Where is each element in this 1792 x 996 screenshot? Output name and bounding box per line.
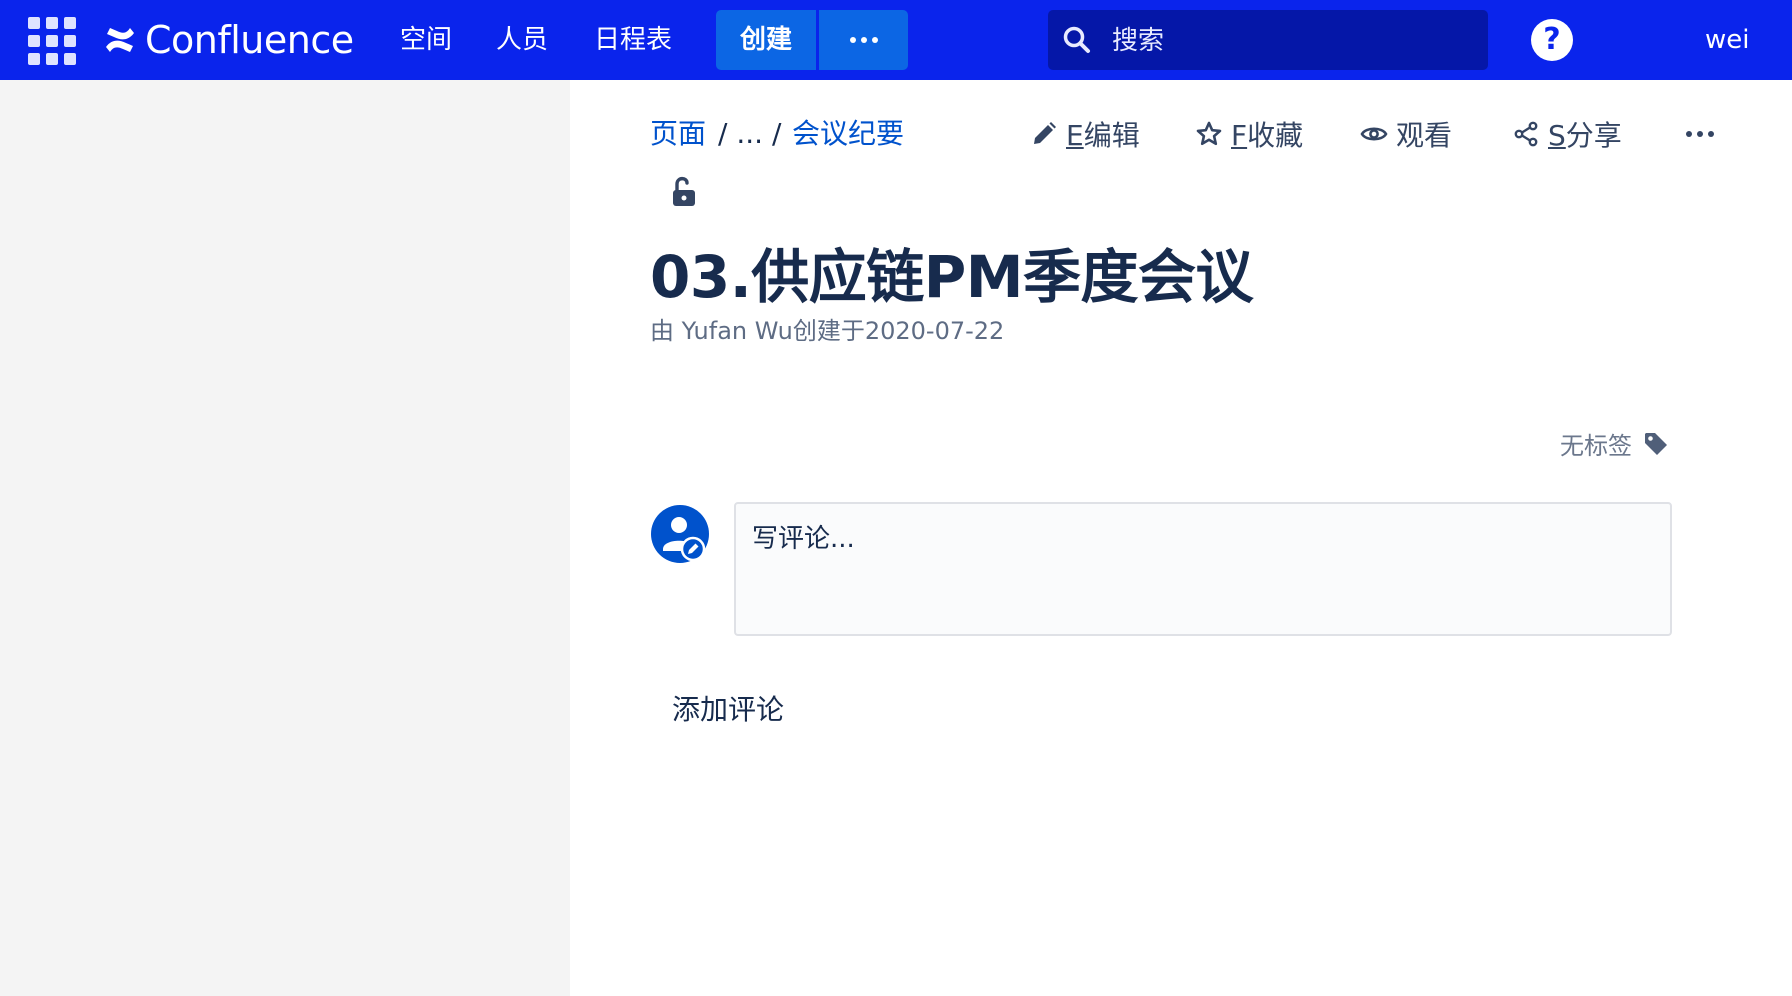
nav-spaces[interactable]: 空间 bbox=[400, 20, 452, 60]
create-button[interactable]: 创建 bbox=[716, 10, 816, 70]
more-dot-icon bbox=[860, 37, 867, 43]
user-avatar-icon bbox=[651, 505, 709, 563]
confluence-logo[interactable]: Confluence bbox=[103, 17, 354, 63]
add-comment-button[interactable]: 添加评论 bbox=[672, 688, 784, 728]
nav-people[interactable]: 人员 bbox=[496, 20, 548, 60]
labels-area: 无标签 bbox=[1560, 426, 1670, 461]
no-labels-text: 无标签 bbox=[1560, 432, 1632, 460]
search-box[interactable] bbox=[1048, 10, 1488, 72]
more-dot-icon bbox=[1686, 131, 1692, 137]
page-title: 03.供应链PM季度会议 bbox=[650, 243, 1253, 311]
eye-icon bbox=[1360, 127, 1388, 141]
share-button[interactable]: S分享 bbox=[1512, 114, 1622, 154]
pencil-icon bbox=[1034, 122, 1056, 144]
logo-text: Confluence bbox=[145, 18, 354, 62]
more-dot-icon bbox=[849, 37, 856, 43]
breadcrumb-separator: / bbox=[772, 117, 782, 150]
nav-calendars[interactable]: 日程表 bbox=[594, 20, 672, 60]
create-more-button[interactable] bbox=[819, 10, 908, 70]
top-navigation-bar: Confluence 空间 人员 日程表 创建 ? wei bbox=[0, 0, 1792, 80]
favourite-shortcut: F bbox=[1231, 119, 1248, 152]
sidebar bbox=[0, 80, 570, 996]
breadcrumb-ellipsis[interactable]: / ... bbox=[718, 114, 763, 154]
edit-label: 编辑 bbox=[1083, 119, 1140, 152]
watch-button[interactable]: 观看 bbox=[1360, 114, 1452, 154]
page-byline: 由 Yufan Wu创建于2020-07-22 bbox=[650, 317, 1005, 345]
page-content: 页面 / ... / 会议纪要 E编辑 F收藏 观看 S分享 03.供应链PM季… bbox=[570, 80, 1792, 996]
search-icon bbox=[1063, 26, 1090, 53]
user-menu[interactable]: wei bbox=[1705, 20, 1749, 60]
favourite-button[interactable]: F收藏 bbox=[1195, 114, 1303, 154]
edit-shortcut: E bbox=[1066, 119, 1084, 152]
search-input[interactable] bbox=[1110, 10, 1474, 72]
edit-button[interactable]: E编辑 bbox=[1030, 114, 1140, 154]
unlocked-padlock-icon[interactable] bbox=[670, 175, 700, 209]
comment-placeholder: 写评论... bbox=[752, 524, 855, 554]
share-icon bbox=[1514, 121, 1538, 147]
breadcrumb-pages[interactable]: 页面 bbox=[650, 114, 706, 154]
more-dot-icon bbox=[1708, 131, 1714, 137]
watch-label: 观看 bbox=[1396, 119, 1453, 152]
help-icon[interactable]: ? bbox=[1531, 19, 1573, 61]
confluence-icon bbox=[106, 28, 134, 52]
star-icon bbox=[1196, 121, 1222, 146]
favourite-label: 收藏 bbox=[1247, 119, 1304, 152]
share-label: 分享 bbox=[1565, 119, 1622, 152]
more-dot-icon bbox=[871, 37, 878, 43]
tag-icon[interactable] bbox=[1642, 430, 1670, 458]
page-more-actions-button[interactable] bbox=[1680, 124, 1720, 144]
app-switcher-icon[interactable] bbox=[28, 17, 76, 65]
breadcrumb-meeting-notes[interactable]: 会议纪要 bbox=[792, 114, 904, 154]
comment-input[interactable]: 写评论... bbox=[734, 502, 1672, 636]
share-shortcut: S bbox=[1548, 119, 1566, 152]
more-dot-icon bbox=[1697, 131, 1703, 137]
